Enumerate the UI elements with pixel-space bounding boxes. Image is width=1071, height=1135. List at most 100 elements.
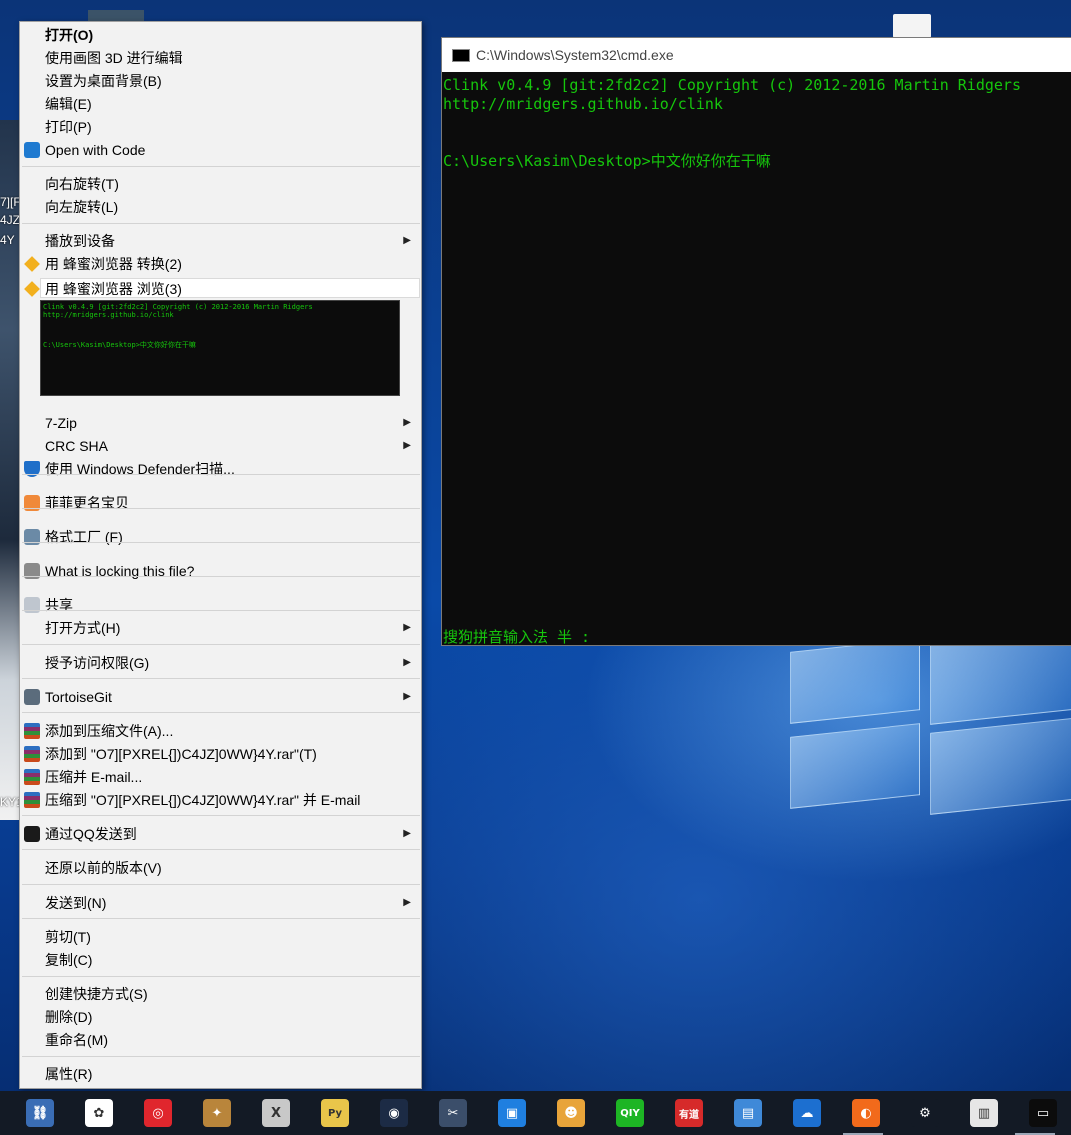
menu-item-label: 打开(O) bbox=[45, 27, 94, 43]
menu-item[interactable]: 编辑(E) bbox=[21, 93, 421, 115]
menu-item-label: 共享 bbox=[45, 597, 73, 613]
vscode-icon bbox=[24, 142, 40, 158]
menu-item-label: 向左旋转(L) bbox=[45, 199, 119, 215]
menu-separator bbox=[22, 542, 420, 543]
desktop-file-icon[interactable] bbox=[893, 14, 931, 38]
menu-item-label: Open with Code bbox=[45, 142, 146, 158]
console-line: C:\Users\Kasim\Desktop>中文你好你在干嘛 bbox=[443, 152, 771, 170]
menu-separator bbox=[22, 712, 420, 713]
network-tool-icon[interactable]: ⛓ bbox=[26, 1099, 54, 1127]
cmd-title-bar[interactable]: C:\Windows\System32\cmd.exe bbox=[442, 38, 1071, 72]
cloud-download-icon[interactable]: ☁ bbox=[793, 1099, 821, 1127]
menu-separator bbox=[22, 849, 420, 850]
menu-item[interactable]: CRC SHA ▶ bbox=[21, 435, 421, 457]
menu-separator bbox=[22, 166, 420, 167]
menu-item-label: 删除(D) bbox=[45, 1009, 93, 1025]
media-player-icon[interactable]: ▣ bbox=[498, 1099, 526, 1127]
desktop-icon-label: 7][F bbox=[0, 195, 21, 209]
menu-item-label: 编辑(E) bbox=[45, 96, 92, 112]
cmd-window[interactable]: C:\Windows\System32\cmd.exe Clink v0.4.9… bbox=[441, 37, 1071, 646]
menu-item[interactable]: 菲菲更名宝贝 bbox=[21, 492, 421, 514]
menu-item[interactable]: 使用 Windows Defender扫描... bbox=[21, 458, 421, 480]
iqiyi-icon[interactable]: QIY bbox=[616, 1099, 644, 1127]
menu-separator bbox=[22, 678, 420, 679]
cmd-console[interactable]: Clink v0.4.9 [git:2fd2c2] Copyright (c) … bbox=[442, 74, 1071, 646]
menu-item[interactable]: 压缩到 "O7][PXREL{])C4JZ]0WW}4Y.rar" 并 E-ma… bbox=[21, 789, 421, 811]
menu-item[interactable]: 授予访问权限(G) ▶ bbox=[21, 652, 421, 674]
menu-item[interactable]: 复制(C) bbox=[21, 949, 421, 971]
menu-item-label: 压缩并 E-mail... bbox=[45, 769, 143, 785]
menu-separator bbox=[22, 223, 420, 224]
menu-item-label: 添加到 "O7][PXREL{])C4JZ]0WW}4Y.rar"(T) bbox=[45, 746, 317, 762]
menu-item[interactable]: 还原以前的版本(V) bbox=[21, 857, 421, 879]
menu-item[interactable]: 共享 bbox=[21, 594, 421, 616]
taskbar-icon-glyph: ▣ bbox=[505, 1105, 519, 1121]
steam-icon[interactable]: ◉ bbox=[380, 1099, 408, 1127]
menu-item[interactable]: 通过QQ发送到 ▶ bbox=[21, 823, 421, 845]
python-file-icon[interactable]: Py bbox=[321, 1099, 349, 1127]
console-line: Clink v0.4.9 [git:2fd2c2] Copyright (c) … bbox=[443, 76, 1021, 94]
menu-item[interactable]: TortoiseGit ▶ bbox=[21, 686, 421, 708]
xmind-icon[interactable]: X bbox=[262, 1099, 290, 1127]
menu-item[interactable]: 压缩并 E-mail... bbox=[21, 766, 421, 788]
menu-item-label: 设置为桌面背景(B) bbox=[45, 73, 162, 89]
menu-item[interactable]: 7-Zip ▶ bbox=[21, 412, 421, 434]
window-app-icon[interactable]: ▥ bbox=[970, 1099, 998, 1127]
id-card-icon[interactable]: ▤ bbox=[734, 1099, 762, 1127]
cmd-icon bbox=[452, 49, 470, 62]
taskbar-icon-glyph: ▥ bbox=[977, 1105, 991, 1121]
menu-item[interactable]: 添加到压缩文件(A)... bbox=[21, 720, 421, 742]
submenu-arrow-icon: ▶ bbox=[403, 235, 411, 246]
menu-item[interactable]: 播放到设备 ▶ bbox=[21, 230, 421, 252]
menu-item-label: 播放到设备 bbox=[45, 233, 115, 249]
menu-item[interactable]: 用 蜂蜜浏览器 浏览(3) bbox=[21, 278, 421, 300]
browser-orange-icon[interactable]: ◐ bbox=[852, 1099, 880, 1127]
menu-item[interactable]: Open with Code bbox=[21, 139, 421, 161]
taskbar-icon-glyph: ✦ bbox=[211, 1105, 223, 1121]
menu-item[interactable]: 属性(R) bbox=[21, 1063, 421, 1085]
menu-item-label: 创建快捷方式(S) bbox=[45, 986, 148, 1002]
desktop-icon-label: 4JZ bbox=[0, 213, 21, 227]
taskbar-icon-glyph: Py bbox=[327, 1107, 343, 1119]
menu-separator bbox=[22, 884, 420, 885]
colorful-app-icon[interactable]: ✿ bbox=[85, 1099, 113, 1127]
menu-item[interactable]: 设置为桌面背景(B) bbox=[21, 70, 421, 92]
menu-item-label: 通过QQ发送到 bbox=[45, 826, 137, 842]
menu-separator bbox=[22, 815, 420, 816]
cmd-terminal-icon[interactable]: ▭ bbox=[1029, 1099, 1057, 1127]
settings-gear-icon[interactable]: ⚙ bbox=[911, 1099, 939, 1127]
menu-item[interactable]: 向左旋转(L) bbox=[21, 196, 421, 218]
menu-item-label: CRC SHA bbox=[45, 438, 109, 454]
snipping-tool-icon[interactable]: ✂ bbox=[439, 1099, 467, 1127]
menu-item[interactable]: 剪切(T) bbox=[21, 926, 421, 948]
menu-item[interactable]: 使用画图 3D 进行编辑 bbox=[21, 47, 421, 69]
taskbar-icon-glyph: ✿ bbox=[93, 1105, 105, 1121]
menu-item[interactable]: 创建快捷方式(S) bbox=[21, 983, 421, 1005]
netease-music-icon[interactable]: ◎ bbox=[144, 1099, 172, 1127]
menu-item-label: 打开方式(H) bbox=[45, 620, 121, 636]
menu-item[interactable]: 发送到(N) ▶ bbox=[21, 892, 421, 914]
menu-item[interactable]: 删除(D) bbox=[21, 1006, 421, 1028]
menu-separator bbox=[22, 918, 420, 919]
menu-item[interactable]: 打印(P) bbox=[21, 116, 421, 138]
menu-item[interactable]: 用 蜂蜜浏览器 转换(2) bbox=[21, 253, 421, 275]
winrar-icon bbox=[24, 769, 40, 785]
menu-separator bbox=[22, 508, 420, 509]
taskbar-icon-glyph: ☻ bbox=[564, 1105, 578, 1121]
menu-item[interactable]: 打开(O) bbox=[21, 24, 421, 46]
menu-item[interactable]: 向右旋转(T) bbox=[21, 173, 421, 195]
menu-item[interactable]: 打开方式(H) ▶ bbox=[21, 617, 421, 639]
menu-item[interactable]: 格式工厂 (F) bbox=[21, 526, 421, 548]
hearthstone-icon[interactable]: ✦ bbox=[203, 1099, 231, 1127]
menu-item[interactable]: 添加到 "O7][PXREL{])C4JZ]0WW}4Y.rar"(T) bbox=[21, 743, 421, 765]
game-mascot-icon[interactable]: ☻ bbox=[557, 1099, 585, 1127]
winrar-icon bbox=[24, 723, 40, 739]
menu-item[interactable]: 重命名(M) bbox=[21, 1029, 421, 1051]
menu-item[interactable]: What is locking this file? bbox=[21, 560, 421, 582]
context-menu: 打开(O) 使用画图 3D 进行编辑设置为桌面背景(B) 编辑(E) 打印(P) Ope… bbox=[19, 21, 422, 1089]
submenu-arrow-icon: ▶ bbox=[403, 440, 411, 451]
taskbar-icon-glyph: X bbox=[270, 1105, 282, 1121]
youdao-icon[interactable]: 有道 bbox=[675, 1099, 703, 1127]
taskbar-icon-glyph: 有道 bbox=[679, 1109, 699, 1121]
taskbar-icon-glyph: ☁ bbox=[800, 1105, 814, 1121]
